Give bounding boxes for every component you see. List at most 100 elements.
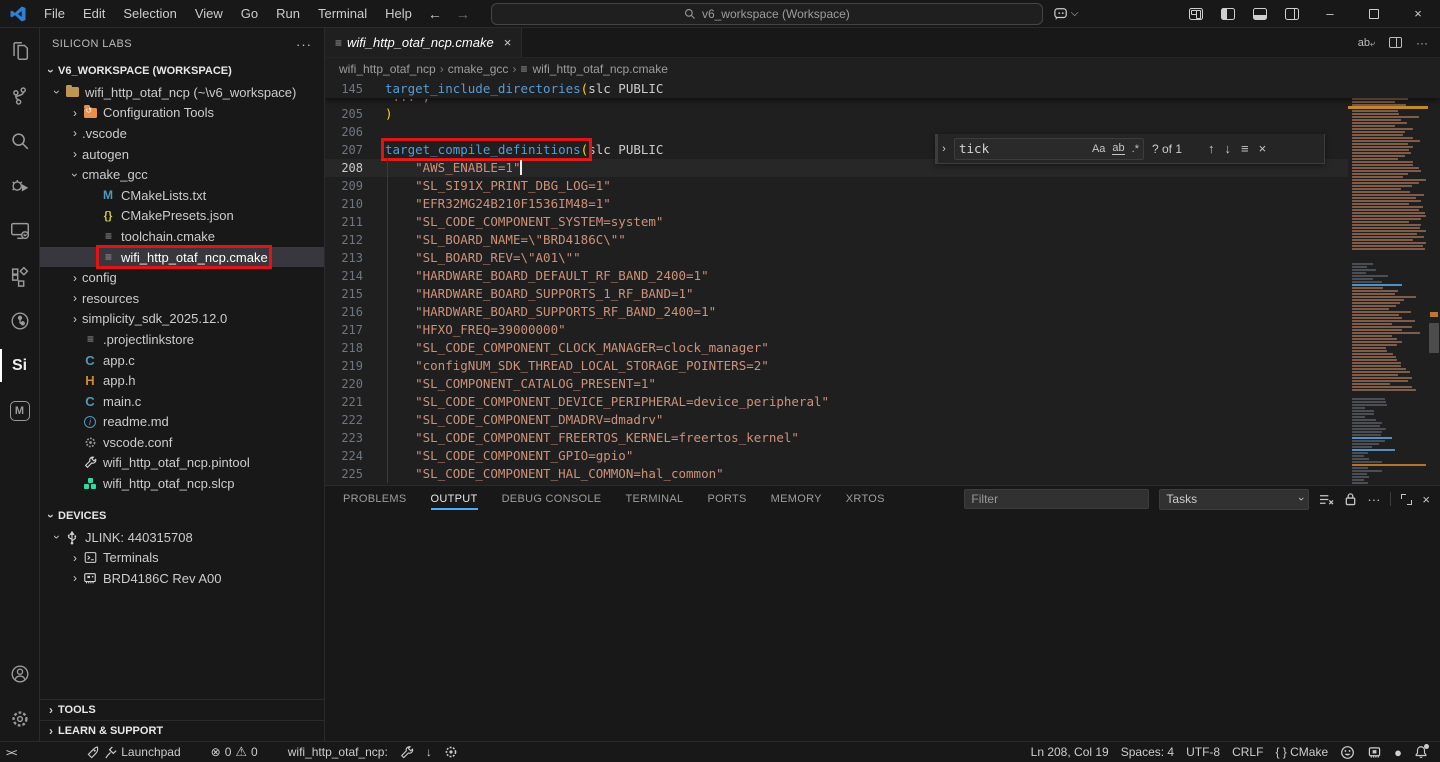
panel-tab-memory[interactable]: MEMORY [771, 486, 822, 512]
cmake-project-status[interactable]: wifi_http_otaf_ncp: [282, 742, 394, 762]
close-tab-icon[interactable]: × [504, 35, 512, 50]
output-channel-dropdown[interactable]: Tasks › [1159, 489, 1309, 510]
restore-button[interactable] [1352, 0, 1396, 28]
more-actions-icon[interactable]: ··· [1416, 36, 1428, 50]
activity-memfault-icon[interactable]: M [0, 388, 40, 433]
more-actions-icon[interactable]: ··· [296, 37, 312, 52]
code-line-217[interactable]: 217 "HFXO_FREQ=39000000" [325, 321, 1440, 339]
language-mode[interactable]: { } CMake [1269, 742, 1334, 762]
tree-item-wifi-http-otaf-ncp-slcp[interactable]: wifi_http_otaf_ncp.slcp [40, 473, 324, 494]
previous-match-icon[interactable]: ↑ [1208, 141, 1215, 156]
chevron-down-icon[interactable]: › [50, 530, 64, 544]
code-line-220[interactable]: 220 "SL_COMPONENT_CATALOG_PRESENT=1" [325, 375, 1440, 393]
code-line-223[interactable]: 223 "SL_CODE_COMPONENT_FREERTOS_KERNEL=f… [325, 429, 1440, 447]
minimize-button[interactable]: – [1308, 0, 1352, 28]
code-line-213[interactable]: 213 "SL_BOARD_REV=\"A01\"" [325, 249, 1440, 267]
toggle-secondary-sidebar-icon[interactable] [1285, 8, 1299, 20]
tree-item-vscode-conf[interactable]: vscode.conf [40, 432, 324, 453]
tree-item-projectlinkstore[interactable]: ≡.projectlinkstore [40, 329, 324, 350]
menu-view[interactable]: View [186, 3, 232, 25]
activity-jlink-circle-icon[interactable] [0, 298, 40, 343]
back-arrow-icon[interactable]: ← [421, 6, 449, 22]
code-line-224[interactable]: 224 "SL_CODE_COMPONENT_GPIO=gpio" [325, 447, 1440, 465]
match-case-toggle[interactable]: Aa [1092, 143, 1105, 155]
code-line-210[interactable]: 210 "EFR32MG24B210F1536IM48=1" [325, 195, 1440, 213]
find-in-selection-icon[interactable]: ≡ [1241, 141, 1249, 156]
whole-word-toggle[interactable]: ab [1112, 142, 1124, 155]
menu-selection[interactable]: Selection [114, 3, 185, 25]
close-button[interactable]: × [1396, 0, 1440, 28]
tree-item-wifi-http-otaf-ncp-pintool[interactable]: wifi_http_otaf_ncp.pintool [40, 453, 324, 474]
maximize-panel-icon[interactable] [1401, 494, 1412, 505]
chevron-right-icon[interactable]: › [68, 271, 82, 285]
chevron-right-icon[interactable]: › [68, 571, 82, 585]
tools-section-header[interactable]: › TOOLS [40, 699, 324, 720]
tab-wifi-http-otaf-ncp-cmake[interactable]: ≡ wifi_http_otaf_ncp.cmake × [325, 28, 522, 57]
tree-item-wifi-http-otaf-ncp-v6-workspace[interactable]: ›wifi_http_otaf_ncp (~\v6_workspace) [40, 82, 324, 103]
code-line-221[interactable]: 221 "SL_CODE_COMPONENT_DEVICE_PERIPHERAL… [325, 393, 1440, 411]
menu-run[interactable]: Run [267, 3, 309, 25]
split-editor-icon[interactable] [1389, 37, 1402, 48]
chevron-right-icon[interactable]: › [68, 106, 82, 120]
scrollbar-slider[interactable] [1429, 323, 1439, 353]
scrollbar[interactable] [1428, 80, 1440, 485]
menu-help[interactable]: Help [376, 3, 421, 25]
cursor-position[interactable]: Ln 208, Col 19 [1025, 742, 1115, 762]
tree-item-vscode[interactable]: ›.vscode [40, 123, 324, 144]
encoding-status[interactable]: UTF-8 [1180, 742, 1226, 762]
menu-file[interactable]: File [35, 3, 74, 25]
tree-item-autogen[interactable]: ›autogen [40, 144, 324, 165]
chevron-down-icon[interactable]: › [50, 85, 64, 99]
activity-source-control-icon[interactable] [0, 73, 40, 118]
code-line-215[interactable]: 215 "HARDWARE_BOARD_SUPPORTS_1_RF_BAND=1… [325, 285, 1440, 303]
device-item-jlink-440315708[interactable]: ›JLINK: 440315708 [40, 527, 324, 548]
panel-tab-ports[interactable]: PORTS [707, 486, 746, 512]
tree-item-resources[interactable]: ›resources [40, 288, 324, 309]
tree-item-configuration-tools[interactable]: ›Configuration Tools [40, 103, 324, 124]
close-panel-icon[interactable]: × [1422, 492, 1430, 507]
breadcrumb-item[interactable]: wifi_http_otaf_ncp.cmake [532, 62, 667, 76]
problems-status[interactable]: ⊗ 0 ⚠ 0 [205, 742, 264, 762]
debug-settings-icon[interactable] [438, 742, 464, 762]
breadcrumb[interactable]: wifi_http_otaf_ncp›cmake_gcc›≡wifi_http_… [325, 58, 1440, 80]
code-line-205[interactable]: 205) [325, 105, 1440, 123]
close-find-icon[interactable]: × [1259, 141, 1267, 156]
chevron-right-icon[interactable]: › [68, 126, 82, 140]
toggle-sidebar-icon[interactable] [1221, 8, 1235, 20]
feedback-smiley-icon[interactable] [1334, 742, 1361, 762]
panel-tab-terminal[interactable]: TERMINAL [625, 486, 683, 512]
breadcrumb-item[interactable]: cmake_gcc [448, 62, 509, 76]
menu-edit[interactable]: Edit [74, 3, 114, 25]
compare-changes-icon[interactable]: ab⤶ [1358, 37, 1375, 49]
minimap[interactable] [1348, 80, 1428, 485]
code-line-211[interactable]: 211 "SL_CODE_COMPONENT_SYSTEM=system" [325, 213, 1440, 231]
menu-go[interactable]: Go [232, 3, 267, 25]
activity-silicon-labs-icon[interactable]: Si [0, 343, 40, 388]
tree-item-readme-md[interactable]: ireadme.md [40, 412, 324, 433]
activity-remote-explorer-icon[interactable] [0, 208, 40, 253]
code-line-222[interactable]: 222 "SL_CODE_COMPONENT_DMADRV=dmadrv" [325, 411, 1440, 429]
activity-search-icon[interactable] [0, 118, 40, 163]
workspace-section-header[interactable]: › V6_WORKSPACE (WORKSPACE) [40, 60, 324, 82]
menu-terminal[interactable]: Terminal [309, 3, 376, 25]
learn-support-section-header[interactable]: › LEARN & SUPPORT [40, 720, 324, 741]
find-input[interactable]: tick Aa ab .* [954, 138, 1144, 160]
filter-input[interactable]: Filter [964, 489, 1149, 509]
tree-item-wifi-http-otaf-ncp-cmake[interactable]: ≡wifi_http_otaf_ncp.cmake [40, 247, 324, 268]
sticky-code-line-145[interactable]: 145target_include_directories(slc PUBLIC [325, 80, 1440, 98]
breadcrumb-item[interactable]: wifi_http_otaf_ncp [339, 62, 436, 76]
device-item-brd4186c-rev-a00[interactable]: ›BRD4186C Rev A00 [40, 568, 324, 589]
tree-item-cmakepresets-json[interactable]: {}CMakePresets.json [40, 206, 324, 227]
notifications-bell-icon[interactable] [1408, 742, 1434, 762]
devices-section-header[interactable]: › DEVICES [40, 505, 324, 527]
activity-settings-gear-icon[interactable] [0, 696, 40, 741]
code-line-214[interactable]: 214 "HARDWARE_BOARD_DEFAULT_RF_BAND_2400… [325, 267, 1440, 285]
find-collapse-chevron-icon[interactable]: › [936, 134, 950, 163]
panel-tab-output[interactable]: OUTPUT [431, 486, 478, 512]
toggle-panel-icon[interactable] [1253, 8, 1267, 20]
forward-arrow-icon[interactable]: → [449, 6, 477, 22]
tree-item-cmake-gcc[interactable]: ›cmake_gcc [40, 164, 324, 185]
panel-tab-xrtos[interactable]: XRTOS [846, 486, 885, 512]
customize-layout-icon[interactable] [1189, 8, 1203, 20]
status-circle-icon[interactable]: ● [1388, 742, 1408, 762]
